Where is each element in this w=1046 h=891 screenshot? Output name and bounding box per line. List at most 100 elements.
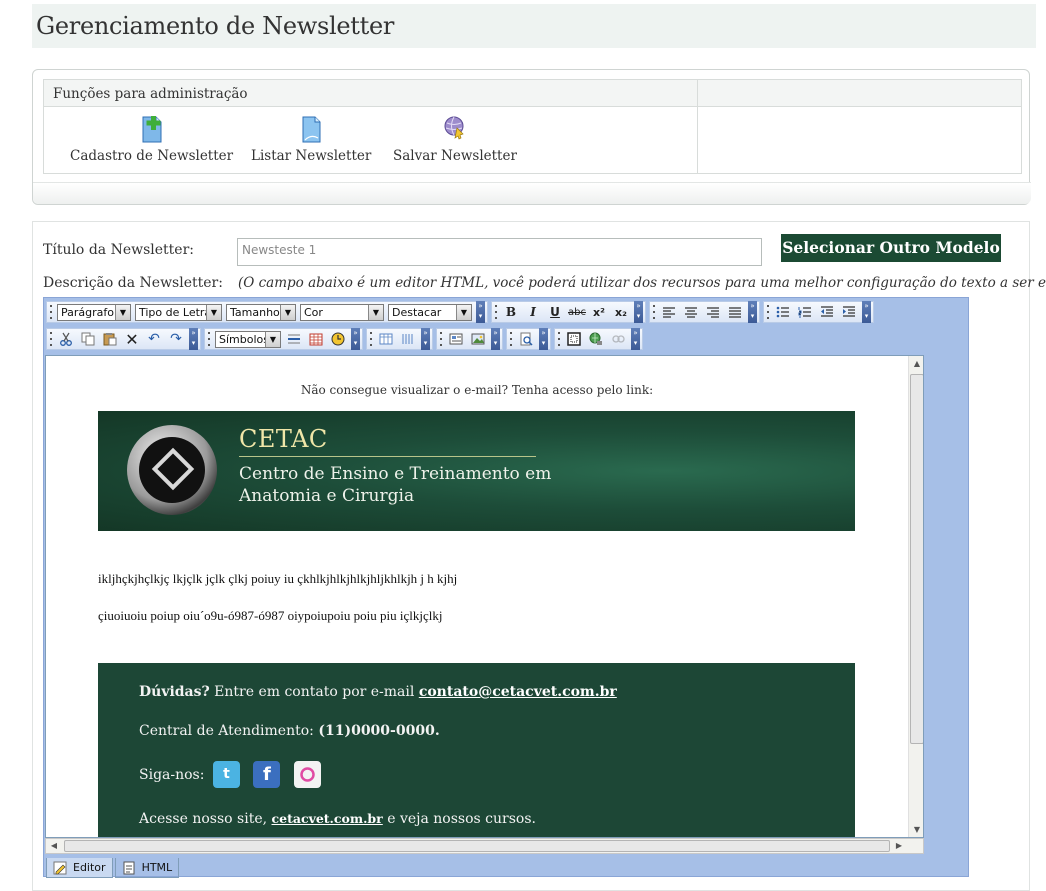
date-time-icon[interactable]: [328, 330, 348, 348]
subscript-button[interactable]: x₂: [611, 303, 631, 321]
font-select[interactable]: Tipo de Letra ▼: [135, 303, 222, 321]
indent-icon[interactable]: [839, 303, 859, 321]
insert-table-icon[interactable]: [376, 330, 396, 348]
central-row: Central de Atendimento: (11)0000-0000.: [139, 723, 440, 739]
paste-icon[interactable]: [100, 330, 120, 348]
preview-icon[interactable]: [516, 330, 536, 348]
delete-icon[interactable]: ✕: [122, 330, 142, 349]
hyperlink-icon[interactable]: [586, 330, 606, 348]
toolbar-group-edit: ✕ ↶ ↷ » ▾: [46, 328, 201, 350]
italic-button[interactable]: I: [523, 303, 543, 321]
editor-content-area[interactable]: Não consegue visualizar o e-mail? Tenha …: [45, 355, 924, 838]
unlink-icon[interactable]: [608, 330, 628, 348]
newsletter-footer: Dúvidas? Entre em contato por e-mail con…: [98, 663, 855, 837]
register-newsletter-button[interactable]: Cadastro de Newsletter: [70, 114, 233, 164]
flickr-icon[interactable]: [293, 761, 321, 788]
title-input[interactable]: Newsteste 1: [237, 238, 762, 266]
scroll-down-icon[interactable]: ▼: [909, 822, 923, 837]
scroll-up-icon[interactable]: ▲: [909, 356, 923, 372]
undo-icon[interactable]: ↶: [144, 330, 164, 348]
numbered-list-icon[interactable]: [795, 303, 815, 321]
tab-html[interactable]: HTML: [114, 858, 180, 878]
list-newsletter-button[interactable]: Listar Newsletter: [251, 114, 371, 164]
horizontal-rule-icon[interactable]: [284, 330, 304, 348]
highlight-select[interactable]: Destacar ▼: [388, 303, 472, 321]
columns-icon[interactable]: [398, 330, 418, 348]
chevron-down-icon: ▼: [456, 304, 471, 320]
toolbar-grip[interactable]: [650, 303, 658, 321]
scroll-left-icon[interactable]: ◀: [46, 839, 62, 853]
site-link[interactable]: cetacvet.com.br: [272, 811, 383, 826]
tab-editor[interactable]: Editor: [46, 858, 113, 878]
color-select[interactable]: Cor ▼: [300, 303, 384, 321]
size-select[interactable]: Tamanho ▼: [226, 303, 296, 321]
banner-subtitle-line-2: Anatomia e Cirurgia: [239, 486, 415, 506]
chevron-down-icon: ▼: [265, 331, 280, 347]
toolbar-group-media: » ▾: [436, 328, 503, 350]
toolbar-options-icon[interactable]: » ▾: [421, 328, 430, 350]
align-left-icon[interactable]: [659, 303, 679, 321]
save-newsletter-button[interactable]: Salvar Newsletter: [393, 114, 517, 164]
toolbar-options-icon[interactable]: » ▾: [351, 328, 360, 350]
bullet-list-icon[interactable]: [773, 303, 793, 321]
toolbar-group-align: » ▾: [649, 301, 760, 323]
site-suffix: e veja nossos cursos.: [382, 811, 536, 827]
twitter-icon[interactable]: t: [212, 761, 240, 788]
horizontal-scrollbar[interactable]: ◀ ▶: [45, 838, 924, 854]
font-select-value: Tipo de Letra: [139, 305, 212, 319]
central-phone: (11)0000-0000.: [318, 723, 440, 739]
toolbar-options-icon[interactable]: » ▾: [539, 328, 548, 350]
align-justify-icon[interactable]: [725, 303, 745, 321]
image-icon[interactable]: [468, 330, 488, 348]
vertical-scrollbar[interactable]: ▲ ▼: [908, 356, 923, 837]
align-center-icon[interactable]: [681, 303, 701, 321]
form-icon[interactable]: [446, 330, 466, 348]
superscript-button[interactable]: x²: [589, 303, 609, 321]
toolbar-grip[interactable]: [47, 330, 55, 348]
toolbar-options-icon[interactable]: » ▾: [476, 301, 485, 323]
banner-title: CETAC: [239, 425, 328, 453]
follow-label: Siga-nos:: [139, 766, 205, 783]
outdent-icon[interactable]: [817, 303, 837, 321]
underline-button[interactable]: U: [545, 303, 565, 321]
redo-icon[interactable]: ↷: [166, 330, 186, 348]
toolbar-row-1: Parágrafo ▼ Tipo de Letra ▼ Tamanho ▼ Cor ▼ …: [46, 300, 877, 324]
toolbar-options-icon[interactable]: » ▾: [189, 328, 198, 350]
show-borders-icon[interactable]: [564, 330, 584, 348]
toolbar-options-icon[interactable]: » ▾: [748, 301, 757, 323]
toolbar-grip[interactable]: [507, 330, 515, 348]
horizontal-scroll-thumb[interactable]: [64, 840, 890, 852]
copy-icon[interactable]: [78, 330, 98, 348]
toolbar-group-preview: » ▾: [506, 328, 551, 350]
symbols-select-value: Símbolos: [219, 332, 269, 346]
toolbar-grip[interactable]: [555, 330, 563, 348]
bold-button[interactable]: B: [501, 303, 521, 321]
align-right-icon[interactable]: [703, 303, 723, 321]
admin-functions-box: Funções para administração Cadastro de N…: [43, 79, 1022, 174]
scroll-right-icon[interactable]: ▶: [891, 839, 907, 853]
vertical-scroll-thumb[interactable]: [910, 374, 923, 744]
table-insert-icon[interactable]: [306, 330, 326, 348]
toolbar-grip[interactable]: [47, 303, 55, 321]
contact-email-link[interactable]: contato@cetacvet.com.br: [419, 684, 617, 700]
pencil-icon: [53, 861, 67, 875]
toolbar-options-icon[interactable]: » ▾: [862, 301, 871, 323]
toolbar-grip[interactable]: [764, 303, 772, 321]
chevron-down-icon: ▼: [368, 304, 383, 320]
select-other-model-button[interactable]: Selecionar Outro Modelo: [781, 234, 1001, 262]
symbols-select[interactable]: Símbolos ▼: [215, 330, 281, 348]
toolbar-grip[interactable]: [367, 330, 375, 348]
toolbar-grip[interactable]: [492, 303, 500, 321]
follow-row: Siga-nos: t f: [139, 761, 330, 788]
toolbar-options-icon[interactable]: » ▾: [631, 328, 640, 350]
paragraph-select[interactable]: Parágrafo ▼: [57, 303, 131, 321]
cut-icon[interactable]: [56, 330, 76, 348]
toolbar-grip[interactable]: [437, 330, 445, 348]
toolbar-grip[interactable]: [205, 330, 213, 348]
strikethrough-button[interactable]: abc: [567, 303, 587, 321]
color-select-value: Cor: [304, 305, 323, 319]
facebook-icon[interactable]: f: [253, 761, 281, 788]
toolbar-options-icon[interactable]: » ▾: [491, 328, 500, 350]
toolbar-options-icon[interactable]: » ▾: [634, 301, 643, 323]
newsletter-banner: CETAC Centro de Ensino e Treinamento em …: [98, 411, 855, 531]
